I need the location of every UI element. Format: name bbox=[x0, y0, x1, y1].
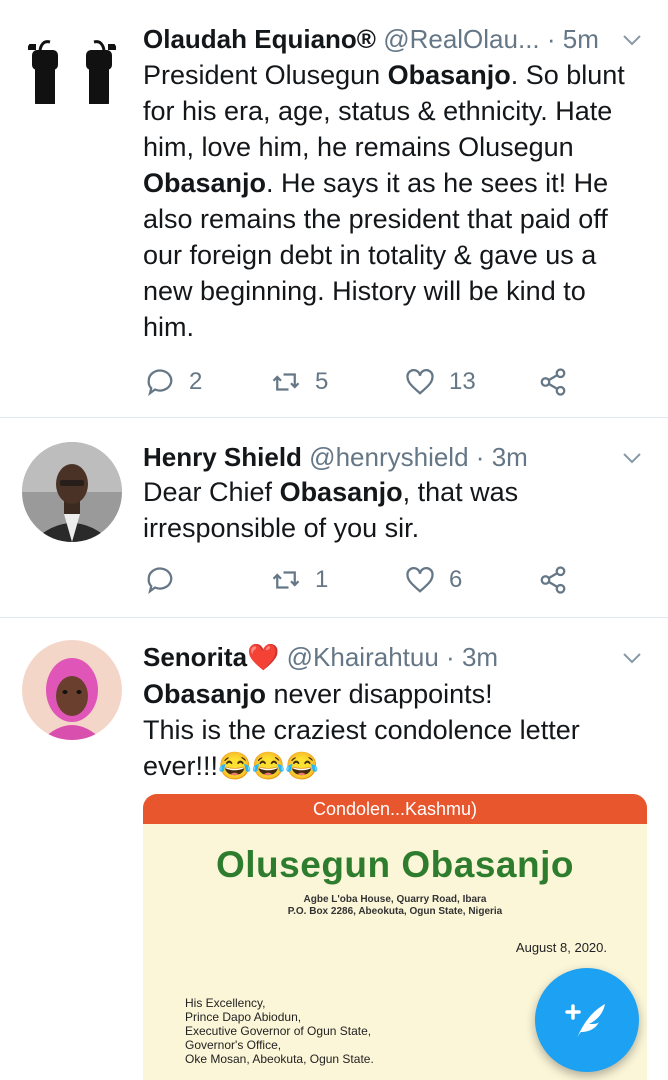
avatar-raised-fists[interactable] bbox=[22, 20, 122, 120]
tweet-actions: 1 6 bbox=[143, 563, 603, 597]
text-part: Dear Chief bbox=[143, 477, 280, 507]
tweet-text: President Olusegun Obasanjo. So blunt fo… bbox=[143, 57, 638, 345]
reply-button[interactable] bbox=[145, 563, 189, 597]
share-button[interactable] bbox=[538, 365, 568, 399]
timestamp[interactable]: 5m bbox=[563, 24, 599, 54]
tweet-2[interactable]: Henry Shield @henryshield · 3m Dear Chie… bbox=[0, 418, 668, 618]
retweet-count: 5 bbox=[315, 368, 329, 395]
timestamp[interactable]: 3m bbox=[492, 442, 528, 472]
text-bold: Obasanjo bbox=[143, 168, 267, 198]
image-caption-bar: Condolen...Kashmu) bbox=[143, 794, 647, 824]
heart-icon bbox=[406, 369, 434, 395]
tweet-header: Olaudah Equiano® @RealOlau... · 5m bbox=[143, 24, 618, 54]
recipient-line: His Excellency, bbox=[185, 996, 266, 1010]
letter-date: August 8, 2020. bbox=[515, 940, 607, 955]
reply-button[interactable]: 2 bbox=[145, 365, 202, 399]
recipient-line: Oke Mosan, Abeokuta, Ogun State. bbox=[185, 1052, 374, 1066]
text-bold: Obasanjo bbox=[279, 477, 403, 507]
recipient-line: Prince Dapo Abiodun, bbox=[185, 1010, 302, 1024]
tweet-text: Dear Chief Obasanjo, that was irresponsi… bbox=[143, 474, 638, 546]
share-icon bbox=[540, 566, 566, 594]
letterhead-name: Olusegun Obasanjo bbox=[216, 844, 574, 885]
text-part: never disappoints! bbox=[266, 679, 493, 709]
tweet-text: Obasanjo never disappoints! This is the … bbox=[143, 676, 638, 784]
timestamp[interactable]: 3m bbox=[462, 642, 498, 672]
text-line: This is the craziest condolence letter bbox=[143, 715, 580, 745]
recipient-line: Executive Governor of Ogun State, bbox=[185, 1024, 372, 1038]
text-line: Obasanjo never disappoints! bbox=[143, 676, 638, 712]
reply-count: 2 bbox=[189, 368, 203, 395]
text-part: President Olusegun bbox=[143, 60, 388, 90]
chevron-down-icon[interactable] bbox=[620, 28, 644, 52]
letter-recipient: His Excellency, Prince Dapo Abiodun, Exe… bbox=[185, 996, 374, 1066]
like-button[interactable]: 13 bbox=[405, 365, 476, 399]
author-name[interactable]: Olaudah Equiano® bbox=[143, 24, 376, 54]
tweet-header: Henry Shield @henryshield · 3m bbox=[143, 442, 618, 472]
retweet-count: 1 bbox=[315, 566, 329, 593]
recipient-line: Governor's Office, bbox=[185, 1038, 282, 1052]
separator-dot: · bbox=[446, 642, 455, 672]
retweet-button[interactable]: 5 bbox=[271, 365, 328, 399]
share-button[interactable] bbox=[538, 563, 568, 597]
heart-icon bbox=[406, 567, 434, 593]
share-icon bbox=[540, 368, 566, 396]
retweet-icon bbox=[272, 373, 300, 391]
address-line: P.O. Box 2286, Abeokuta, Ogun State, Nig… bbox=[287, 906, 503, 917]
user-photo-icon bbox=[22, 640, 122, 740]
text-line: ever!!!😂😂😂 bbox=[143, 751, 319, 781]
separator-dot: · bbox=[475, 442, 485, 472]
author-handle[interactable]: @Khairahtuu bbox=[287, 642, 439, 672]
text-bold: Obasanjo bbox=[143, 679, 267, 709]
reply-icon bbox=[147, 369, 173, 397]
tweet-actions: 2 5 13 bbox=[143, 365, 603, 399]
raised-fists-icon bbox=[22, 20, 122, 120]
like-count: 6 bbox=[449, 566, 463, 593]
reply-icon bbox=[147, 567, 173, 595]
author-name[interactable]: Senorita❤️ bbox=[143, 642, 279, 672]
chevron-down-icon[interactable] bbox=[620, 646, 644, 670]
compose-tweet-icon bbox=[565, 1004, 605, 1038]
letterhead-address: Agbe L'oba House, Quarry Road, Ibara P.O… bbox=[143, 894, 647, 918]
tweet-header: Senorita❤️ @Khairahtuu · 3m bbox=[143, 642, 618, 672]
like-count: 13 bbox=[449, 368, 476, 395]
retweet-icon bbox=[272, 571, 300, 589]
author-handle[interactable]: @RealOlau... bbox=[383, 24, 539, 54]
tweet-1[interactable]: Olaudah Equiano® @RealOlau... · 5m Presi… bbox=[0, 0, 668, 418]
avatar-senorita[interactable] bbox=[22, 640, 122, 740]
address-line: Agbe L'oba House, Quarry Road, Ibara bbox=[303, 894, 487, 905]
user-photo-icon bbox=[22, 442, 122, 542]
separator-dot: · bbox=[546, 24, 556, 54]
text-bold: Obasanjo bbox=[387, 60, 511, 90]
retweet-button[interactable]: 1 bbox=[271, 563, 328, 597]
like-button[interactable]: 6 bbox=[405, 563, 462, 597]
author-name[interactable]: Henry Shield bbox=[143, 442, 302, 472]
author-handle[interactable]: @henryshield bbox=[309, 442, 468, 472]
compose-tweet-button[interactable] bbox=[535, 968, 639, 1072]
chevron-down-icon[interactable] bbox=[620, 446, 644, 470]
avatar-henry-shield[interactable] bbox=[22, 442, 122, 542]
